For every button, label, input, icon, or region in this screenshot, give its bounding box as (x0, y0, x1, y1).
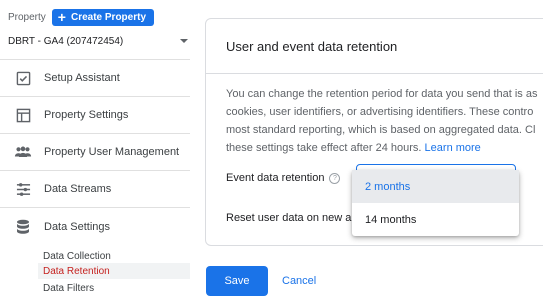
description-line: You can change the retention period for … (226, 88, 538, 100)
option-2-months[interactable]: 2 months (352, 170, 519, 203)
chevron-down-icon (180, 39, 188, 43)
database-icon (14, 218, 32, 236)
streams-icon (14, 180, 32, 198)
retention-dropdown-menu: 2 months 14 months (352, 170, 519, 236)
subitem-data-filters[interactable]: Data Filters (38, 280, 190, 296)
option-14-months[interactable]: 14 months (352, 203, 519, 236)
event-retention-field: Event data retention ? (226, 172, 341, 184)
checklist-icon (14, 69, 32, 87)
sidebar-item-property-settings[interactable]: Property Settings (0, 97, 190, 134)
layout-icon (14, 106, 32, 124)
learn-more-link[interactable]: Learn more (425, 142, 481, 154)
sidebar-item-label: Setup Assistant (44, 72, 120, 84)
sidebar-item-user-management[interactable]: Property User Management (0, 134, 190, 171)
cancel-button[interactable]: Cancel (282, 266, 316, 296)
property-label: Property (8, 11, 46, 23)
people-icon (14, 143, 32, 161)
event-retention-label: Event data retention (226, 172, 325, 184)
sidebar-item-data-streams[interactable]: Data Streams (0, 171, 190, 208)
card-title: User and event data retention (226, 39, 398, 54)
sidebar-item-data-settings[interactable]: Data Settings (0, 208, 190, 245)
divider (206, 73, 543, 74)
save-button[interactable]: Save (206, 266, 268, 296)
description-line: most standard reporting, which is based … (226, 124, 536, 136)
property-header: Property + Create Property (8, 8, 155, 26)
create-property-button[interactable]: + Create Property (51, 8, 155, 26)
property-selector[interactable]: DBRT - GA4 (207472454) (8, 33, 190, 49)
sidebar: Property + Create Property DBRT - GA4 (2… (0, 0, 200, 300)
description-last: these settings take effect after 24 hour… (226, 142, 422, 154)
reset-user-data-label: Reset user data on new a (226, 212, 352, 224)
sidebar-item-label: Property User Management (44, 146, 180, 158)
sidebar-item-setup-assistant[interactable]: Setup Assistant (0, 60, 190, 97)
create-property-label: Create Property (70, 11, 147, 23)
subitem-data-collection[interactable]: Data Collection (38, 248, 190, 264)
sidebar-item-label: Data Settings (44, 220, 111, 233)
sidebar-item-label: Data Streams (44, 183, 112, 195)
property-selector-value: DBRT - GA4 (207472454) (8, 35, 124, 47)
help-icon[interactable]: ? (329, 172, 341, 184)
description-line: these settings take effect after 24 hour… (226, 139, 543, 157)
plus-icon: + (57, 9, 66, 25)
reset-user-data-field: Reset user data on new a (226, 212, 351, 224)
subitem-data-retention[interactable]: Data Retention (38, 263, 190, 279)
description-line: cookies, user identifiers, or advertisin… (226, 106, 534, 118)
sidebar-item-label: Property Settings (44, 109, 129, 121)
card-description: You can change the retention period for … (226, 85, 543, 157)
